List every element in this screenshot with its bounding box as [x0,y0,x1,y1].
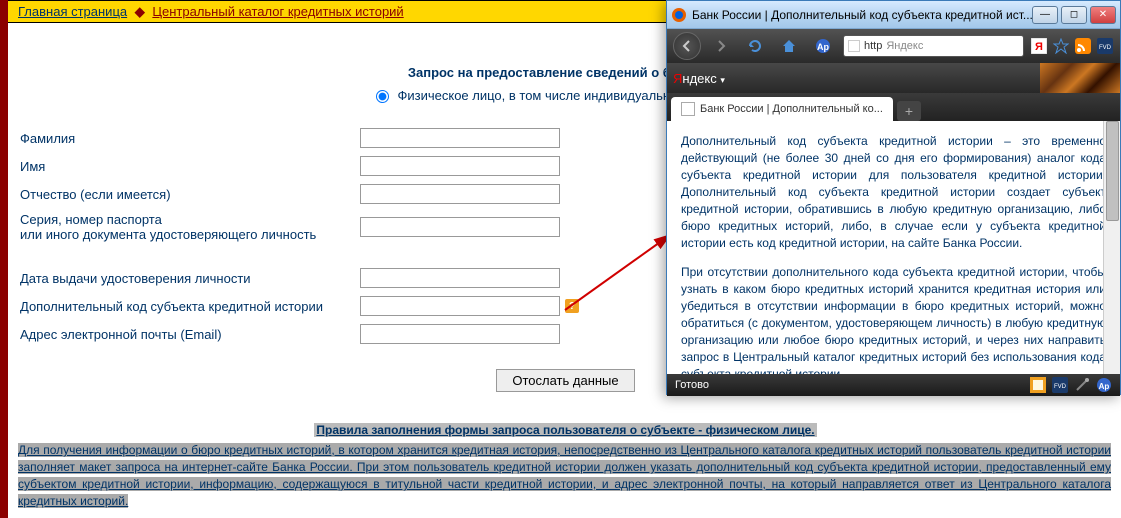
browser-tab[interactable]: Банк России | Дополнительный ко... [671,97,893,121]
submit-button[interactable]: Отослать данные [496,369,634,392]
maximize-button[interactable]: ◻ [1061,6,1087,24]
back-button[interactable] [673,32,701,60]
patronymic-label: Отчество (если имеется) [20,187,360,202]
status-note-icon[interactable] [1030,377,1046,393]
close-button[interactable]: ✕ [1090,6,1116,24]
page-favicon [848,40,860,52]
reload-button[interactable] [741,34,769,58]
url-bar[interactable]: http Яндекс [843,35,1024,57]
lastname-label: Фамилия [20,131,360,146]
ap-icon[interactable]: Ap [809,34,837,58]
bookmark-bar: ЯЯндексндекс ▾ [667,63,1120,93]
firstname-label: Имя [20,159,360,174]
yandex-icon[interactable]: Я [1030,37,1048,55]
addcode-input[interactable] [360,296,560,316]
yandex-logo[interactable]: ЯЯндексндекс ▾ [673,71,725,86]
addcode-label: Дополнительный код субъекта кредитной ис… [20,299,360,314]
status-wand-icon[interactable] [1074,377,1090,393]
svg-text:FVD: FVD [1099,45,1112,51]
content-paragraph-1: Дополнительный код субъекта кредитной ис… [681,133,1106,252]
status-text: Готово [675,379,1030,391]
forward-button[interactable] [707,34,735,58]
status-fvd-icon[interactable]: FVD [1052,377,1068,393]
new-tab-button[interactable]: + [897,101,921,121]
search-hint: Яндекс [886,40,923,52]
svg-text:Я: Я [1035,41,1043,53]
svg-text:Ap: Ap [1099,382,1110,391]
status-ap-icon[interactable]: Ap [1096,377,1112,393]
lastname-input[interactable] [360,128,560,148]
left-sidebar-accent [0,0,8,518]
home-button[interactable] [775,34,803,58]
rules-link[interactable]: Правила заполнения формы запроса пользов… [314,423,816,437]
email-label: Адрес электронной почты (Email) [20,327,360,342]
window-titlebar[interactable]: Банк России | Дополнительный код субъект… [667,1,1120,29]
firstname-input[interactable] [360,156,560,176]
physical-person-radio[interactable] [376,90,389,103]
page-content: Дополнительный код субъекта кредитной ис… [667,121,1120,374]
svg-text:FVD: FVD [1054,384,1067,390]
browser-window: Банк России | Дополнительный код субъект… [666,0,1121,395]
firefox-icon [671,7,687,23]
rss-icon[interactable] [1074,37,1092,55]
tab-title: Банк России | Дополнительный ко... [700,103,883,115]
breadcrumb-home[interactable]: Главная страница [18,4,127,19]
breadcrumb-separator: ◆ [135,4,145,19]
fvd-icon[interactable]: FVD [1096,37,1114,55]
scrollbar-thumb[interactable] [1106,121,1119,221]
tiger-persona-image [1040,63,1120,93]
passport-label: Серия, номер паспорта или иного документ… [20,212,360,242]
footer-text: Для получения информации о бюро кредитны… [8,438,1121,518]
scrollbar[interactable] [1103,121,1120,374]
issue-date-input[interactable] [360,268,560,288]
window-title: Банк России | Дополнительный код субъект… [692,8,1032,22]
status-bar: Готово FVD Ap [667,374,1120,396]
patronymic-input[interactable] [360,184,560,204]
passport-input[interactable] [360,217,560,237]
email-input[interactable] [360,324,560,344]
tab-favicon [681,102,695,116]
breadcrumb-current[interactable]: Центральный каталог кредитных историй [152,4,403,19]
content-paragraph-2: При отсутствии дополнительного кода субъ… [681,264,1106,374]
browser-toolbar: Ap http Яндекс Я FVD [667,29,1120,63]
bookmark-icon[interactable] [1052,37,1070,55]
url-text: http [864,40,882,52]
issue-date-label: Дата выдачи удостоверения личности [20,271,360,286]
svg-text:Ap: Ap [817,42,829,52]
tab-bar: Банк России | Дополнительный ко... + [667,93,1120,121]
pointer-arrow [560,225,680,315]
minimize-button[interactable]: — [1032,6,1058,24]
